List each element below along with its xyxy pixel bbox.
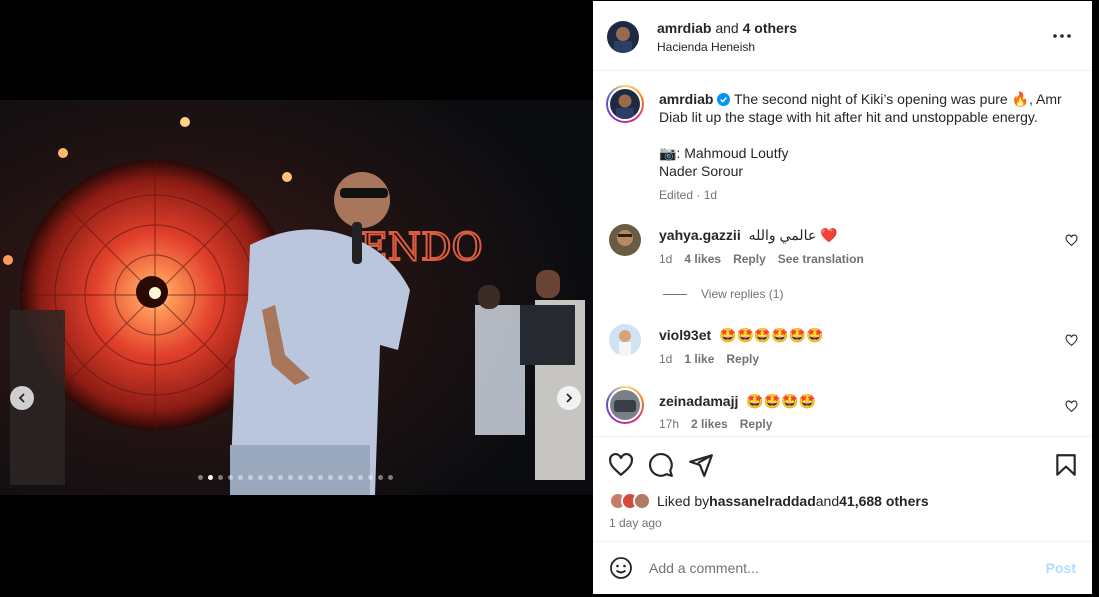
comment-reply-button[interactable]: Reply xyxy=(733,252,766,266)
comment-bubble-icon[interactable] xyxy=(648,452,674,478)
comment-time: 1d xyxy=(659,252,673,266)
comment-reply-button[interactable]: Reply xyxy=(726,352,759,366)
carousel-dot xyxy=(278,475,283,480)
liker-username[interactable]: hassanelraddad xyxy=(709,493,816,509)
more-options-icon[interactable] xyxy=(1050,27,1074,45)
comment-like-icon[interactable] xyxy=(1065,400,1078,413)
carousel-dot xyxy=(308,475,313,480)
chevron-left-icon xyxy=(18,393,25,403)
chevron-right-icon xyxy=(566,393,573,403)
author-avatar[interactable] xyxy=(607,21,639,53)
carousel-dot xyxy=(388,475,393,480)
carousel-dot xyxy=(208,475,213,480)
post-comment-button[interactable]: Post xyxy=(1046,560,1076,576)
post-media-area: ENDO xyxy=(0,0,593,597)
caption-edited: Edited xyxy=(659,188,694,202)
likes-summary: Liked by hassanelraddad and 41,688 other… xyxy=(609,492,929,510)
comment-meta: 1d 4 likes Reply See translation xyxy=(659,252,864,266)
carousel-dot xyxy=(268,475,273,480)
caption-username[interactable]: amrdiab xyxy=(659,91,713,107)
carousel-dot xyxy=(288,475,293,480)
emoji-picker-icon[interactable] xyxy=(609,556,633,580)
comment-likes[interactable]: 1 like xyxy=(684,352,714,366)
see-translation-button[interactable]: See translation xyxy=(778,252,864,266)
comment-like-icon[interactable] xyxy=(1065,334,1078,347)
comment-text: 🤩🤩🤩🤩🤩🤩 xyxy=(719,327,824,343)
comment-text: 🤩🤩🤩🤩 xyxy=(746,393,816,409)
comment-avatar[interactable] xyxy=(609,224,641,256)
carousel-dot xyxy=(318,475,323,480)
caption-time: 1d xyxy=(703,188,718,202)
carousel-dot xyxy=(218,475,223,480)
carousel-dot xyxy=(258,475,263,480)
post-timestamp[interactable]: 1 day ago xyxy=(609,516,662,530)
carousel-prev-button[interactable] xyxy=(10,386,34,410)
carousel-dot xyxy=(378,475,383,480)
carousel-dot xyxy=(228,475,233,480)
view-replies-button[interactable]: View replies (1) xyxy=(663,287,783,301)
liker-avatars xyxy=(609,492,651,510)
comment-input[interactable] xyxy=(649,556,1029,580)
comment-time: 1d xyxy=(659,352,673,366)
post-photo[interactable]: ENDO xyxy=(0,100,593,495)
carousel-dot xyxy=(238,475,243,480)
coauthors-link[interactable]: 4 others xyxy=(743,20,797,36)
carousel-dot xyxy=(358,475,363,480)
carousel-indicator xyxy=(198,475,393,480)
comment-reply-button[interactable]: Reply xyxy=(740,417,773,431)
comment-likes[interactable]: 2 likes xyxy=(691,417,728,431)
caption-text-block: amrdiab The second night of Kiki’s openi… xyxy=(659,90,1069,204)
post-actions: Liked by hassanelraddad and 41,688 other… xyxy=(593,436,1092,541)
carousel-dot xyxy=(298,475,303,480)
post-author-line: amrdiab and 4 others xyxy=(657,20,797,36)
share-send-icon[interactable] xyxy=(688,452,714,478)
carousel-dot xyxy=(198,475,203,480)
liker-avatar xyxy=(633,492,651,510)
save-bookmark-icon[interactable] xyxy=(1053,452,1079,478)
like-heart-icon[interactable] xyxy=(608,452,634,478)
comment-likes[interactable]: 4 likes xyxy=(684,252,721,266)
comment-meta: 17h 2 likes Reply xyxy=(659,417,772,431)
post-header: amrdiab and 4 others Hacienda Heneish xyxy=(593,1,1092,71)
avatar-image xyxy=(607,21,639,53)
comment-username[interactable]: yahya.gazzii xyxy=(659,227,741,243)
comment-meta: 1d 1 like Reply xyxy=(659,352,759,366)
comment-username[interactable]: viol93et xyxy=(659,327,711,343)
likes-middle: and xyxy=(815,493,840,509)
caption-credit-2: Nader Sorour xyxy=(659,163,744,179)
caption-meta: Edited · 1d xyxy=(659,188,718,202)
likes-prefix: Liked by xyxy=(657,493,710,509)
carousel-dot xyxy=(328,475,333,480)
concert-photo-illustration: ENDO xyxy=(0,100,593,495)
comment-username[interactable]: zeinadamajj xyxy=(659,393,738,409)
post-side-panel: amrdiab and 4 others Hacienda Heneish am… xyxy=(593,1,1092,594)
comment-body: zeinadamajj 🤩🤩🤩🤩 xyxy=(659,392,816,410)
carousel-dot xyxy=(368,475,373,480)
post-location[interactable]: Hacienda Heneish xyxy=(657,40,755,54)
coauthor-joiner: and xyxy=(711,20,743,36)
carousel-dot xyxy=(248,475,253,480)
verified-badge-icon xyxy=(717,93,731,106)
view-replies-label: View replies (1) xyxy=(701,287,784,301)
comment-like-icon[interactable] xyxy=(1065,234,1078,247)
caption-avatar[interactable] xyxy=(606,85,644,123)
comments-list: amrdiab The second night of Kiki’s openi… xyxy=(593,72,1092,437)
carousel-dot xyxy=(338,475,343,480)
comment-avatar[interactable] xyxy=(606,386,644,424)
comment-text: عالمي والله ❤️ xyxy=(748,227,838,243)
add-comment-bar: Post xyxy=(593,541,1092,594)
comment-body: viol93et 🤩🤩🤩🤩🤩🤩 xyxy=(659,326,824,344)
carousel-dot xyxy=(348,475,353,480)
comment-body: yahya.gazzii عالمي والله ❤️ xyxy=(659,226,838,244)
likes-others-link[interactable]: 41,688 others xyxy=(839,493,929,509)
author-username[interactable]: amrdiab xyxy=(657,20,711,36)
comment-time: 17h xyxy=(659,417,680,431)
comment-avatar[interactable] xyxy=(609,324,641,356)
carousel-next-button[interactable] xyxy=(557,386,581,410)
caption-credit-1: 📷: Mahmoud Loutfy xyxy=(659,145,789,161)
view-replies-line xyxy=(663,293,687,295)
